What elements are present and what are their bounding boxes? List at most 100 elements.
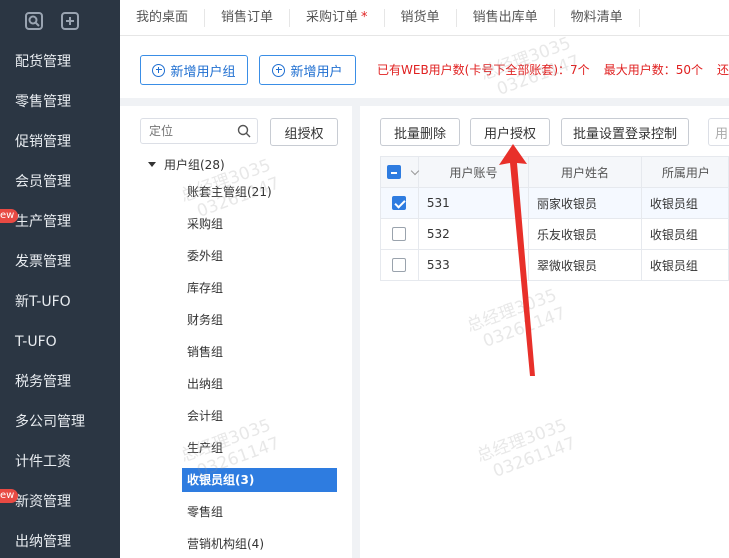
tab-label: 采购订单 xyxy=(306,9,359,25)
tree-node[interactable]: 库存组 xyxy=(182,276,228,300)
sidebar-top-bar xyxy=(0,0,120,42)
tree-node[interactable]: 采购组 xyxy=(182,212,228,236)
group-auth-button[interactable]: 组授权 xyxy=(270,118,338,146)
row-checkbox[interactable] xyxy=(392,196,407,210)
tree-node[interactable]: 出纳组 xyxy=(182,372,228,396)
add-user-button[interactable]: 新增用户 xyxy=(259,55,356,85)
add-user-group-label: 新增用户组 xyxy=(170,64,236,80)
sidebar-item-label: 计件工资 xyxy=(15,454,71,470)
row-select-cell[interactable] xyxy=(380,187,419,219)
sidebar: 配货管理 零售管理 促销管理 会员管理 ew 生产管理 发票管理 新T-UFO T-UFO 税务管… xyxy=(0,0,120,558)
sidebar-item-label: 出纳管理 xyxy=(15,534,71,550)
sidebar-item[interactable]: 多公司管理 xyxy=(0,402,120,442)
sidebar-item[interactable]: 发票管理 xyxy=(0,242,120,282)
tab-label: 销售出库单 xyxy=(472,9,538,25)
sidebar-item[interactable]: 零售管理 xyxy=(0,82,120,122)
caret-down-icon[interactable] xyxy=(148,162,156,167)
tree-node[interactable]: 营销机构组(4) xyxy=(182,532,269,556)
sidebar-item[interactable]: 会员管理 xyxy=(0,162,120,202)
batch-login-control-button[interactable]: 批量设置登录控制 xyxy=(561,118,689,146)
table-row[interactable]: 533 翠微收银员 收银员组 xyxy=(380,249,729,281)
cell-name: 乐友收银员 xyxy=(528,218,642,250)
modified-star: * xyxy=(361,9,368,25)
web-user-count: 已有WEB用户数(卡号下全部账套)：7个 xyxy=(377,63,590,77)
row-checkbox[interactable] xyxy=(392,258,407,272)
tree-node[interactable]: 账套主管组(21) xyxy=(182,180,277,204)
add-user-label: 新增用户 xyxy=(290,64,343,80)
table-header-row: 用户账号 用户姓名 所属用户 xyxy=(380,156,729,188)
table-row[interactable]: 532 乐友收银员 收银员组 xyxy=(380,218,729,250)
tree-search-input[interactable] xyxy=(141,119,231,143)
user-filter-input[interactable]: 用 xyxy=(708,118,729,146)
tab-label: 销货单 xyxy=(400,9,440,25)
tab[interactable]: 采购订单 * xyxy=(290,8,385,27)
sidebar-item-label: 零售管理 xyxy=(15,94,71,110)
add-user-group-button[interactable]: 新增用户组 xyxy=(140,55,248,85)
cell-account: 531 xyxy=(417,187,530,219)
batch-delete-button[interactable]: 批量删除 xyxy=(380,118,460,146)
row-checkbox[interactable] xyxy=(392,227,407,241)
row-select-cell[interactable] xyxy=(380,249,419,281)
max-user-count: 最大用户数：50个 xyxy=(603,63,703,77)
tab-label: 销售订单 xyxy=(221,9,274,25)
tree-node[interactable]: 财务组 xyxy=(182,308,228,332)
sidebar-item[interactable]: 配货管理 xyxy=(0,42,120,82)
table-row[interactable]: 531 丽家收银员 收银员组 xyxy=(380,187,729,219)
tab-label: 我的桌面 xyxy=(136,9,189,25)
cell-name: 丽家收银员 xyxy=(528,187,642,219)
sidebar-menu: 配货管理 零售管理 促销管理 会员管理 ew 生产管理 发票管理 新T-UFO T-UFO 税务管… xyxy=(0,42,120,558)
tree-node[interactable]: 收银员组(3) xyxy=(182,468,337,492)
sidebar-item-label: 会员管理 xyxy=(15,174,71,190)
select-all-header[interactable] xyxy=(380,156,420,188)
search-icon[interactable] xyxy=(237,124,251,138)
row-select-cell[interactable] xyxy=(380,218,419,250)
user-table-body: 531 丽家收银员 收银员组 532 乐友收银员 收银员组 533 翠微收银员 收银员组 xyxy=(380,187,729,281)
sidebar-item-label: 新T-UFO xyxy=(15,294,71,310)
cell-account: 532 xyxy=(417,218,530,250)
col-group: 所属用户 xyxy=(640,156,729,188)
col-account: 用户账号 xyxy=(417,156,530,188)
tree-node[interactable]: 零售组 xyxy=(182,500,228,524)
tree-root-label: 用户组(28) xyxy=(164,158,225,172)
plus-circle-icon xyxy=(272,63,286,77)
sidebar-item-label: 税务管理 xyxy=(15,374,71,390)
tree-node[interactable]: 销售组 xyxy=(182,340,228,364)
user-filter-placeholder: 用 xyxy=(715,126,729,142)
tree-node[interactable]: 委外组 xyxy=(182,244,228,268)
tab[interactable]: 销售订单 xyxy=(205,8,291,27)
tree-node[interactable]: 生产组 xyxy=(182,436,228,460)
sidebar-item[interactable]: ew 新资管理 xyxy=(0,482,120,522)
sidebar-item[interactable]: 促销管理 xyxy=(0,122,120,162)
add-window-icon[interactable] xyxy=(60,11,80,31)
tab-bar: 我的桌面 销售订单 采购订单 * 销货单 销售出库单 物料清单 xyxy=(120,0,729,36)
new-badge: ew xyxy=(0,489,19,503)
sidebar-item[interactable]: 新T-UFO xyxy=(0,282,120,322)
sidebar-item-label: 生产管理 xyxy=(15,214,71,230)
tree-node[interactable]: 会计组 xyxy=(182,404,228,428)
sidebar-item[interactable]: 出纳管理 xyxy=(0,522,120,558)
sidebar-item[interactable]: T-UFO xyxy=(0,322,120,362)
sidebar-item[interactable]: 税务管理 xyxy=(0,362,120,402)
action-bar: 新增用户组 新增用户 已有WEB用户数(卡号下全部账套)：7个 最大用户数：50个… xyxy=(120,36,729,106)
tab[interactable]: 我的桌面 xyxy=(120,8,206,27)
cell-group: 收银员组 xyxy=(640,187,729,219)
user-group-tree-panel: 组授权 用户组(28) 账套主管组(21) 采购组委外组库存组财务组销售组出纳组会… xyxy=(120,106,360,558)
user-table: 用户账号 用户姓名 所属用户 531 丽家收银员 收银员组 532 乐友收银员 收银员组 5… xyxy=(380,156,729,281)
tab[interactable]: 物料清单 xyxy=(555,8,640,27)
sidebar-item[interactable]: 计件工资 xyxy=(0,442,120,482)
tab[interactable]: 销售出库单 xyxy=(457,8,555,27)
cell-group: 收银员组 xyxy=(640,218,729,250)
tree-root-node[interactable]: 用户组(28) xyxy=(148,156,225,173)
tab-label: 物料清单 xyxy=(570,9,623,25)
sidebar-item-label: 多公司管理 xyxy=(15,414,85,430)
sidebar-item-label: 促销管理 xyxy=(15,134,71,150)
select-all-checkbox[interactable] xyxy=(387,165,402,179)
user-auth-button[interactable]: 用户授权 xyxy=(470,118,550,146)
new-badge: ew xyxy=(0,209,19,223)
search-icon[interactable] xyxy=(24,11,44,31)
tree-search-box[interactable] xyxy=(140,118,258,144)
sidebar-item[interactable]: ew 生产管理 xyxy=(0,202,120,242)
sidebar-item-label: 配货管理 xyxy=(15,54,71,70)
col-name: 用户姓名 xyxy=(528,156,642,188)
tab[interactable]: 销货单 xyxy=(385,8,457,27)
